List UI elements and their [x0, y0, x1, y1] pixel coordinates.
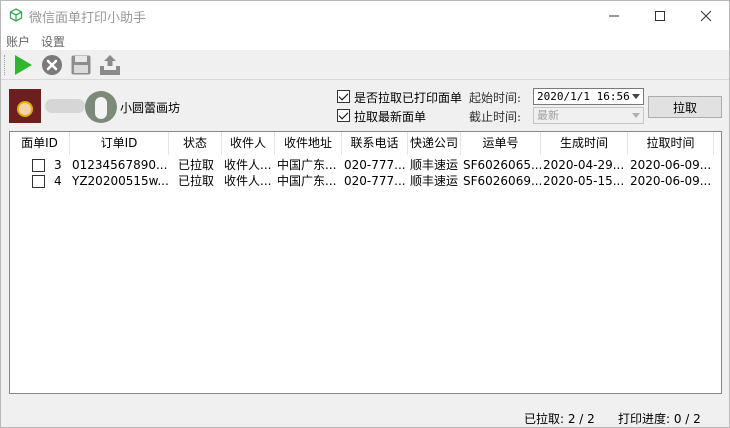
table-row[interactable]: 4 YZ20200515w... 已拉取 收件人... 中国广东... 020-…	[10, 173, 721, 190]
col-header[interactable]: 面单ID	[10, 132, 70, 155]
pulled-count: 已拉取: 2 / 2	[524, 412, 595, 426]
col-header[interactable]: 生成时间	[541, 132, 628, 155]
col-header[interactable]: 运单号	[461, 132, 541, 155]
cell-waybill-no: SF6026065...	[463, 158, 541, 172]
toolbar-grip[interactable]	[4, 55, 7, 75]
cell-waybill-no: SF6026069...	[463, 174, 541, 188]
pull-button[interactable]: 拉取	[648, 96, 722, 118]
print-progress: 打印进度: 0 / 2	[618, 412, 701, 426]
menu-settings[interactable]: 设置	[41, 33, 65, 50]
cell-phone: 020-777...	[344, 158, 406, 172]
col-header[interactable]: 快递公司	[408, 132, 461, 155]
cell-created: 2020-04-29...	[543, 158, 625, 172]
upload-icon	[100, 55, 120, 75]
start-time-value: 2020/1/1 16:56	[537, 90, 630, 103]
cell-address: 中国广东...	[277, 158, 337, 172]
status-bar: 已拉取: 2 / 2 打印进度: 0 / 2	[1, 406, 729, 427]
app-cube-icon	[9, 8, 23, 22]
cell-recipient: 收件人...	[224, 174, 272, 188]
start-button[interactable]	[10, 53, 36, 77]
minimize-icon	[609, 15, 619, 17]
end-time-select[interactable]: 最新	[533, 107, 644, 124]
toolbar	[1, 50, 729, 80]
stop-icon	[42, 55, 62, 75]
avatar-figure	[95, 97, 107, 119]
close-icon	[700, 10, 712, 22]
export-button[interactable]	[97, 53, 123, 77]
save-button[interactable]	[68, 53, 94, 77]
title-bar: 微信面单打印小助手	[1, 1, 729, 31]
include-printed-checkbox[interactable]	[337, 90, 350, 103]
table-header: 面单ID 订单ID 状态 收件人 收件地址 联系电话 快递公司 运单号 生成时间…	[10, 132, 721, 155]
cell-created: 2020-05-15...	[543, 174, 625, 188]
user-avatar	[85, 91, 117, 123]
stop-button[interactable]	[39, 53, 65, 77]
start-time-label: 起始时间:	[469, 91, 522, 105]
row-checkbox[interactable]	[32, 159, 45, 172]
cell-status: 已拉取	[178, 158, 215, 172]
cell-status: 已拉取	[178, 174, 215, 188]
cell-pulled: 2020-06-09...	[630, 158, 712, 172]
shop-name: 小圆蕾画坊	[120, 101, 181, 115]
cell-pulled: 2020-06-09...	[630, 174, 712, 188]
start-time-picker[interactable]: 2020/1/1 16:56	[533, 88, 644, 105]
col-header[interactable]: 订单ID	[70, 132, 169, 155]
latest-only-label: 拉取最新面单	[354, 110, 427, 124]
minimize-button[interactable]	[591, 1, 637, 31]
cell-carrier: 顺丰速运	[410, 174, 459, 188]
cell-phone: 020-777...	[344, 174, 406, 188]
cell-waybill-id: 3	[54, 158, 62, 172]
save-icon	[71, 55, 91, 75]
window-title: 微信面单打印小助手	[29, 11, 147, 26]
avatar-face	[17, 101, 33, 117]
cell-carrier: 顺丰速运	[410, 158, 459, 172]
cell-recipient: 收件人...	[224, 158, 272, 172]
cell-waybill-id: 4	[54, 174, 62, 188]
chevron-down-icon	[632, 113, 640, 118]
row-checkbox[interactable]	[32, 175, 45, 188]
maximize-icon	[655, 11, 665, 21]
shop-avatar	[9, 89, 41, 123]
app-window: 微信面单打印小助手 账户 设置 小圆蕾画坊 是否拉取已打印面单 拉取最新面单 起…	[0, 0, 730, 428]
cell-order-id: YZ20200515w...	[72, 174, 168, 188]
col-header[interactable]: 拉取时间	[628, 132, 714, 155]
waybill-table: 面单ID 订单ID 状态 收件人 收件地址 联系电话 快递公司 运单号 生成时间…	[9, 131, 722, 394]
menu-bar: 账户 设置	[1, 31, 729, 50]
maximize-button[interactable]	[637, 1, 683, 31]
col-header[interactable]: 联系电话	[342, 132, 408, 155]
include-printed-label: 是否拉取已打印面单	[354, 91, 463, 105]
menu-account[interactable]: 账户	[6, 33, 30, 50]
redacted-nickname	[45, 99, 85, 113]
latest-only-checkbox[interactable]	[337, 109, 350, 122]
col-header[interactable]: 收件人	[222, 132, 275, 155]
play-icon	[15, 55, 32, 75]
chevron-down-icon	[632, 94, 640, 99]
end-time-label: 截止时间:	[469, 110, 522, 124]
col-header[interactable]: 收件地址	[275, 132, 342, 155]
close-button[interactable]	[683, 1, 729, 31]
cell-order-id: 01234567890...	[72, 158, 168, 172]
col-header[interactable]: 状态	[169, 132, 222, 155]
table-row[interactable]: 3 01234567890... 已拉取 收件人... 中国广东... 020-…	[10, 157, 721, 174]
end-time-value: 最新	[537, 109, 559, 122]
cell-address: 中国广东...	[277, 174, 337, 188]
